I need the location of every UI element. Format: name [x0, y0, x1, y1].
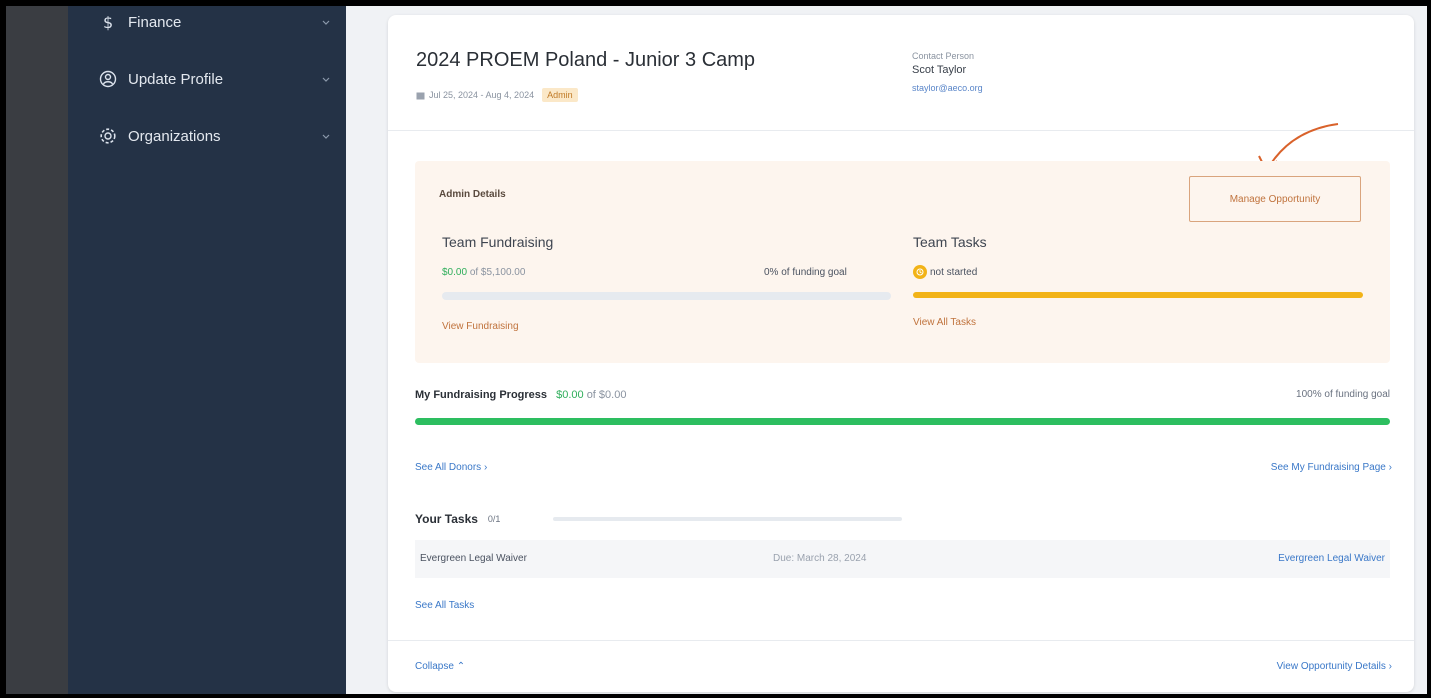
sidebar-item-label: Finance: [128, 13, 182, 31]
your-tasks-title: Your Tasks 0/1: [415, 512, 500, 526]
team-fundraising-percent: 0% of funding goal: [764, 267, 847, 278]
chevron-up-icon: ⌃: [456, 661, 466, 672]
contact-email-link[interactable]: staylor@aeco.org: [912, 83, 983, 93]
dollar-icon: $: [98, 12, 118, 32]
clock-icon: [913, 265, 927, 279]
chevron-right-icon: ›: [1388, 462, 1392, 473]
admin-details-title: Admin Details: [439, 189, 506, 200]
team-raised-amount: $0.00: [442, 267, 468, 278]
my-fundraising-title: My Fundraising Progress: [415, 389, 548, 401]
team-tasks-title: Team Tasks: [913, 234, 987, 250]
card-header: 2024 PROEM Poland - Junior 3 Camp Jul 25…: [388, 15, 1414, 131]
opportunity-title: 2024 PROEM Poland - Junior 3 Camp: [416, 49, 756, 71]
view-all-tasks-link[interactable]: View All Tasks: [913, 317, 976, 328]
svg-text:$: $: [103, 13, 113, 31]
chevron-down-icon: [320, 130, 332, 142]
sidebar-item-label: Update Profile: [128, 70, 224, 88]
sidebar-item-organizations[interactable]: Organizations: [98, 122, 332, 150]
my-goal-amount: of $0.00: [586, 389, 627, 401]
my-fundraising-progress-bar: [415, 418, 1390, 425]
team-fundraising-amount: $0.00 of $5,100.00: [442, 267, 525, 278]
collapse-link[interactable]: Collapse ⌃: [415, 661, 465, 672]
view-details-label: View Opportunity Details: [1276, 661, 1386, 672]
see-my-fundraising-page-link[interactable]: See My Fundraising Page ›: [1271, 462, 1392, 473]
team-fundraising-progress-bar: [442, 292, 891, 300]
sidebar-item-label: Organizations: [128, 127, 221, 145]
team-tasks-progress-bar: [913, 292, 1363, 298]
app-frame: $ Finance Update Profile Organizations 2…: [6, 6, 1427, 694]
team-goal-amount: of $5,100.00: [469, 267, 526, 278]
sidebar-item-update-profile[interactable]: Update Profile: [98, 65, 332, 93]
see-fundraising-page-label: See My Fundraising Page: [1270, 462, 1386, 473]
admin-badge: Admin: [542, 88, 578, 102]
manage-opportunity-button[interactable]: Manage Opportunity: [1189, 176, 1361, 222]
see-all-donors-link[interactable]: See All Donors ›: [415, 462, 487, 473]
your-tasks-label: Your Tasks: [415, 512, 478, 526]
contact-person: Contact Person Scot Taylor staylor@aeco.…: [912, 51, 983, 93]
gear-icon: [98, 126, 118, 146]
tasks-progress-bar: [553, 517, 902, 521]
view-opportunity-details-link[interactable]: View Opportunity Details ›: [1277, 661, 1392, 672]
user-circle-icon: [98, 69, 118, 89]
contact-name: Scot Taylor: [912, 64, 967, 76]
collapse-label: Collapse: [415, 661, 454, 672]
date-range: Jul 25, 2024 - Aug 4, 2024: [429, 90, 535, 100]
my-raised-amount: $0.00: [556, 389, 584, 401]
chevron-down-icon: [320, 16, 332, 28]
tasks-count: 0/1: [487, 514, 501, 524]
see-all-tasks-link[interactable]: See All Tasks: [415, 600, 474, 611]
left-strip: [6, 6, 68, 694]
team-tasks-status-text: not started: [930, 266, 978, 278]
chevron-down-icon: [320, 73, 332, 85]
see-all-donors-label: See All Donors: [415, 462, 482, 473]
chevron-right-icon: ›: [1388, 661, 1392, 672]
sidebar: $ Finance Update Profile Organizations: [68, 6, 346, 694]
opportunity-card: 2024 PROEM Poland - Junior 3 Camp Jul 25…: [388, 15, 1414, 692]
my-fundraising-amount: $0.00 of $0.00: [556, 389, 626, 401]
team-tasks-status: not started: [913, 265, 977, 279]
table-row: Evergreen Legal Waiver Due: March 28, 20…: [415, 540, 1390, 578]
admin-details-panel: Admin Details Manage Opportunity Team Fu…: [415, 161, 1390, 363]
card-footer: Collapse ⌃ View Opportunity Details ›: [388, 640, 1414, 692]
task-due-date: Due: March 28, 2024: [773, 553, 867, 564]
opportunity-dates: Jul 25, 2024 - Aug 4, 2024 Admin: [416, 88, 578, 102]
chevron-right-icon: ›: [483, 462, 488, 473]
calendar-icon: [416, 91, 425, 100]
task-link[interactable]: Evergreen Legal Waiver: [1278, 553, 1385, 564]
view-fundraising-link[interactable]: View Fundraising: [442, 321, 519, 332]
team-fundraising-title: Team Fundraising: [442, 234, 554, 250]
my-fundraising-percent: 100% of funding goal: [1296, 389, 1390, 400]
task-name: Evergreen Legal Waiver: [420, 553, 527, 564]
contact-label: Contact Person: [912, 51, 975, 61]
sidebar-item-finance[interactable]: $ Finance: [98, 8, 332, 36]
my-fundraising-progress: My Fundraising Progress $0.00 of $0.00 1…: [415, 389, 1390, 405]
